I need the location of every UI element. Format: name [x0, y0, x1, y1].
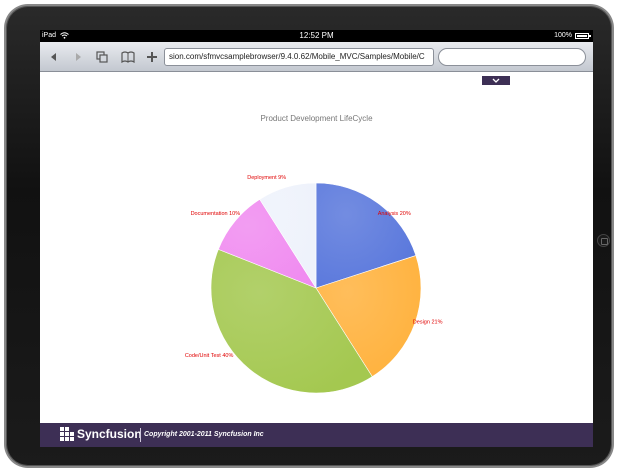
footer-divider	[140, 428, 141, 442]
logo-text: Syncfusion	[77, 427, 142, 441]
syncfusion-logo-icon	[60, 427, 74, 441]
screen: iPad 12:52 PM 100% sion.com/sfmvcsampleb…	[40, 30, 593, 447]
pie-label-design: Design 21%	[413, 320, 443, 326]
pie-chart: Analysis 20% Design 21% Code/Unit Test 40%…	[185, 175, 443, 394]
syncfusion-logo[interactable]: Syncfusion	[60, 427, 142, 441]
footer: Syncfusion Copyright 2001-2011 Syncfusio…	[40, 423, 593, 447]
pie-label-deployment: Deployment 9%	[247, 175, 286, 181]
pie-label-documentation: Documentation 10%	[191, 211, 241, 217]
copyright-text: Copyright 2001-2011 Syncfusion Inc	[144, 431, 264, 438]
pie-label-analysis: Analysis 20%	[378, 211, 411, 217]
pie-label-code-unit-test: Code/Unit Test 40%	[185, 353, 234, 359]
ipad-frame: iPad 12:52 PM 100% sion.com/sfmvcsampleb…	[6, 6, 612, 466]
home-button[interactable]	[597, 234, 610, 247]
